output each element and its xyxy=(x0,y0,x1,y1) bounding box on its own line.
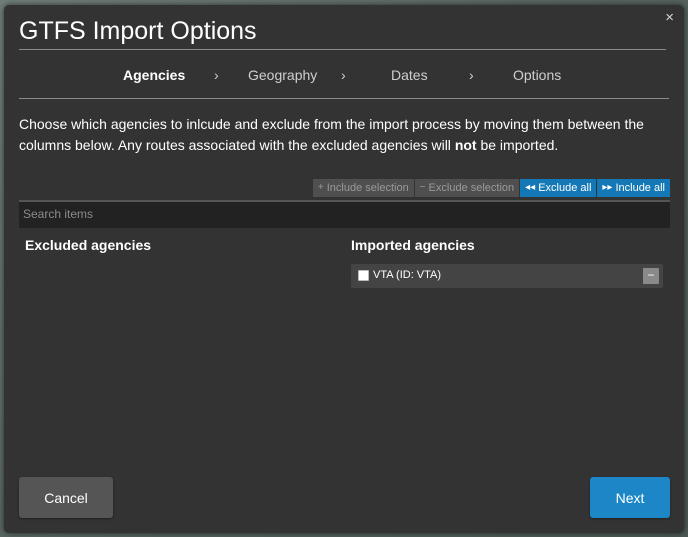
next-button[interactable]: Next xyxy=(590,477,670,518)
step-agencies[interactable]: Agencies xyxy=(123,67,185,83)
double-left-icon: ◂◂ xyxy=(525,182,536,193)
wizard-steps: Agencies › Geography › Dates › Options xyxy=(4,67,684,87)
search-bar xyxy=(19,200,670,228)
step-dates[interactable]: Dates xyxy=(391,67,428,83)
title-divider xyxy=(19,49,666,50)
exclude-all-button[interactable]: ◂◂ Exclude all xyxy=(520,179,597,197)
search-input[interactable] xyxy=(19,202,670,226)
imported-agencies-title: Imported agencies xyxy=(351,237,475,253)
exclude-selection-button[interactable]: − Exclude selection xyxy=(414,179,520,197)
item-checkbox[interactable] xyxy=(358,270,369,281)
close-icon[interactable]: × xyxy=(665,10,674,25)
transfer-actions: + Include selection − Exclude selection … xyxy=(312,179,670,197)
emphasis-not: not xyxy=(454,137,477,153)
dialog-title: GTFS Import Options xyxy=(19,17,257,45)
chevron-right-icon: › xyxy=(214,67,219,83)
cancel-button[interactable]: Cancel xyxy=(19,477,113,518)
list-item[interactable]: VTA (ID: VTA) − xyxy=(351,264,663,288)
instructions-text: Choose which agencies to inlcude and exc… xyxy=(19,116,644,153)
chevron-right-icon: › xyxy=(341,67,346,83)
minus-icon: − xyxy=(419,182,426,193)
step-geography[interactable]: Geography xyxy=(248,67,317,83)
double-right-icon: ▸▸ xyxy=(602,182,613,193)
excluded-agencies-title: Excluded agencies xyxy=(25,237,152,253)
minus-icon[interactable]: − xyxy=(643,268,659,284)
include-all-button[interactable]: ▸▸ Include all xyxy=(597,179,670,197)
plus-icon: + xyxy=(317,182,324,193)
chevron-right-icon: › xyxy=(469,67,474,83)
step-options[interactable]: Options xyxy=(513,67,561,83)
include-selection-button[interactable]: + Include selection xyxy=(312,179,414,197)
item-label: VTA (ID: VTA) xyxy=(373,269,442,281)
steps-divider xyxy=(19,98,669,99)
gtfs-import-dialog: × GTFS Import Options Agencies › Geograp… xyxy=(4,5,684,533)
